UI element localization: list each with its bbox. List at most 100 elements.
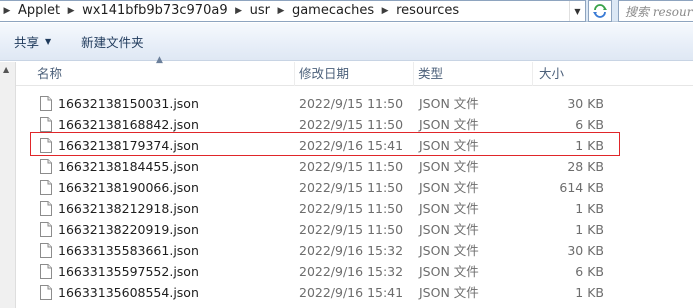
document-icon <box>40 201 52 216</box>
file-row[interactable]: 16632138220919.json 2022/9/15 11:50 JSON 文… <box>16 219 693 240</box>
file-row[interactable]: 16632138179374.json 2022/9/16 15:41 JSON 文… <box>16 135 693 156</box>
file-name-cell[interactable]: 16633135608554.json <box>16 282 295 303</box>
document-icon <box>40 159 52 174</box>
file-type: JSON 文件 <box>419 138 479 153</box>
file-name-cell[interactable]: 16632138220919.json <box>16 219 295 240</box>
document-icon <box>40 285 52 300</box>
file-name-cell[interactable]: 16632138184455.json <box>16 156 295 177</box>
document-icon <box>40 243 52 258</box>
column-header-row: ▲ 名称 修改日期 类型 大小 <box>16 55 693 86</box>
file-type: JSON 文件 <box>419 159 479 174</box>
file-date: 2022/9/15 11:50 <box>299 117 404 132</box>
file-name[interactable]: 16632138184455.json <box>58 156 199 177</box>
file-row[interactable]: 16632138190066.json 2022/9/15 11:50 JSON 文… <box>16 177 693 198</box>
document-icon <box>40 180 52 195</box>
file-name-cell[interactable]: 16632138212918.json <box>16 198 295 219</box>
column-header-type[interactable]: 类型 <box>414 62 533 86</box>
file-rows: 16632138150031.json 2022/9/15 11:50 JSON 文… <box>16 93 693 303</box>
chevron-down-icon[interactable]: ▼ <box>45 37 51 46</box>
file-name[interactable]: 16633135583661.json <box>58 240 199 261</box>
address-bar-strip: ▶ Applet ▶ wx141bfb9b73c970a9 ▶ usr ▶ ga… <box>0 0 693 22</box>
file-size: 1 KB <box>575 285 604 300</box>
chevron-right-icon[interactable]: ▶ <box>64 1 78 21</box>
column-header-label: 类型 <box>418 66 444 81</box>
search-input[interactable] <box>625 4 693 20</box>
file-row[interactable]: 16632138212918.json 2022/9/15 11:50 JSON 文… <box>16 198 693 219</box>
file-name-cell[interactable]: 16632138150031.json <box>16 93 295 114</box>
scrollbar[interactable]: ▲ <box>0 62 16 308</box>
breadcrumb-item-gamecaches[interactable]: gamecaches ▶ <box>288 1 392 21</box>
file-type: JSON 文件 <box>419 243 479 258</box>
file-type: JSON 文件 <box>419 222 479 237</box>
sort-ascending-icon: ▲ <box>156 55 163 65</box>
chevron-right-icon[interactable]: ▶ <box>378 1 392 21</box>
file-name[interactable]: 16632138150031.json <box>58 93 199 114</box>
breadcrumb-label[interactable]: wx141bfb9b73c970a9 <box>78 1 231 21</box>
chevron-down-icon[interactable]: ▼ <box>569 1 585 21</box>
file-name-cell[interactable]: 16633135583661.json <box>16 240 295 261</box>
file-size: 6 KB <box>575 117 604 132</box>
breadcrumb-label[interactable]: gamecaches <box>288 1 378 21</box>
file-name[interactable]: 16632138179374.json <box>58 135 199 156</box>
breadcrumb-item-usr[interactable]: usr ▶ <box>246 1 288 21</box>
column-header-name[interactable]: ▲ 名称 <box>16 55 295 86</box>
file-date: 2022/9/15 11:50 <box>299 96 404 111</box>
breadcrumb-lead-separator[interactable]: ▶ <box>0 1 14 21</box>
file-name[interactable]: 16632138220919.json <box>58 219 199 240</box>
file-row[interactable]: 16633135608554.json 2022/9/16 15:41 JSON 文… <box>16 282 693 303</box>
column-header-date[interactable]: 修改日期 <box>295 62 414 86</box>
share-button[interactable]: 共享 ▼ <box>6 29 59 55</box>
breadcrumb-item-applet[interactable]: Applet ▶ <box>14 1 78 21</box>
file-name[interactable]: 16632138168842.json <box>58 114 199 135</box>
chevron-right-icon[interactable]: ▶ <box>274 1 288 21</box>
new-folder-label[interactable]: 新建文件夹 <box>81 32 144 51</box>
address-bar[interactable]: ▶ Applet ▶ wx141bfb9b73c970a9 ▶ usr ▶ ga… <box>0 0 586 22</box>
file-name-cell[interactable]: 16632138190066.json <box>16 177 295 198</box>
search-box[interactable] <box>618 0 693 22</box>
file-size: 30 KB <box>567 96 604 111</box>
file-row[interactable]: 16633135583661.json 2022/9/16 15:32 JSON 文… <box>16 240 693 261</box>
file-name[interactable]: 16632138190066.json <box>58 177 199 198</box>
breadcrumb-label[interactable]: Applet <box>14 1 64 21</box>
file-row[interactable]: 16632138150031.json 2022/9/15 11:50 JSON 文… <box>16 93 693 114</box>
scroll-up-icon[interactable]: ▲ <box>3 66 13 74</box>
breadcrumb-label[interactable]: resources <box>392 1 463 21</box>
column-header-label: 大小 <box>539 66 565 81</box>
breadcrumb-label[interactable]: usr <box>246 1 274 21</box>
breadcrumb-item-resources[interactable]: resources <box>392 1 463 21</box>
file-type: JSON 文件 <box>419 201 479 216</box>
file-type: JSON 文件 <box>419 180 479 195</box>
file-date: 2022/9/16 15:32 <box>299 243 404 258</box>
share-label[interactable]: 共享 <box>14 32 39 51</box>
file-name-cell[interactable]: 16632138168842.json <box>16 114 295 135</box>
file-name-cell[interactable]: 16633135597552.json <box>16 261 295 282</box>
breadcrumb-item-appid[interactable]: wx141bfb9b73c970a9 ▶ <box>78 1 245 21</box>
column-header-size[interactable]: 大小 <box>533 62 613 86</box>
file-size: 6 KB <box>575 264 604 279</box>
file-date: 2022/9/15 11:50 <box>299 159 404 174</box>
file-size: 28 KB <box>567 159 604 174</box>
column-header-label: 修改日期 <box>299 66 350 81</box>
file-name[interactable]: 16632138212918.json <box>58 198 199 219</box>
chevron-right-icon[interactable]: ▶ <box>0 1 14 21</box>
document-icon <box>40 117 52 132</box>
file-size: 1 KB <box>575 201 604 216</box>
file-row[interactable]: 16632138168842.json 2022/9/15 11:50 JSON 文… <box>16 114 693 135</box>
explorer-window: ▶ Applet ▶ wx141bfb9b73c970a9 ▶ usr ▶ ga… <box>0 0 693 308</box>
file-row[interactable]: 16632138184455.json 2022/9/15 11:50 JSON 文… <box>16 156 693 177</box>
file-list: ▲ ▲ 名称 修改日期 类型 大小 16632138150031.json 202… <box>0 55 693 308</box>
file-name[interactable]: 16633135608554.json <box>58 282 199 303</box>
new-folder-button[interactable]: 新建文件夹 <box>73 29 152 55</box>
file-date: 2022/9/15 11:50 <box>299 180 404 195</box>
refresh-icon[interactable] <box>592 3 608 19</box>
file-date: 2022/9/15 11:50 <box>299 222 404 237</box>
file-date: 2022/9/15 11:50 <box>299 201 404 216</box>
file-row[interactable]: 16633135597552.json 2022/9/16 15:32 JSON 文… <box>16 261 693 282</box>
refresh-button[interactable] <box>588 0 612 22</box>
file-type: JSON 文件 <box>419 285 479 300</box>
chevron-right-icon[interactable]: ▶ <box>232 1 246 21</box>
file-name[interactable]: 16633135597552.json <box>58 261 199 282</box>
document-icon <box>40 264 52 279</box>
file-name-cell[interactable]: 16632138179374.json <box>16 135 295 156</box>
file-size: 30 KB <box>567 243 604 258</box>
